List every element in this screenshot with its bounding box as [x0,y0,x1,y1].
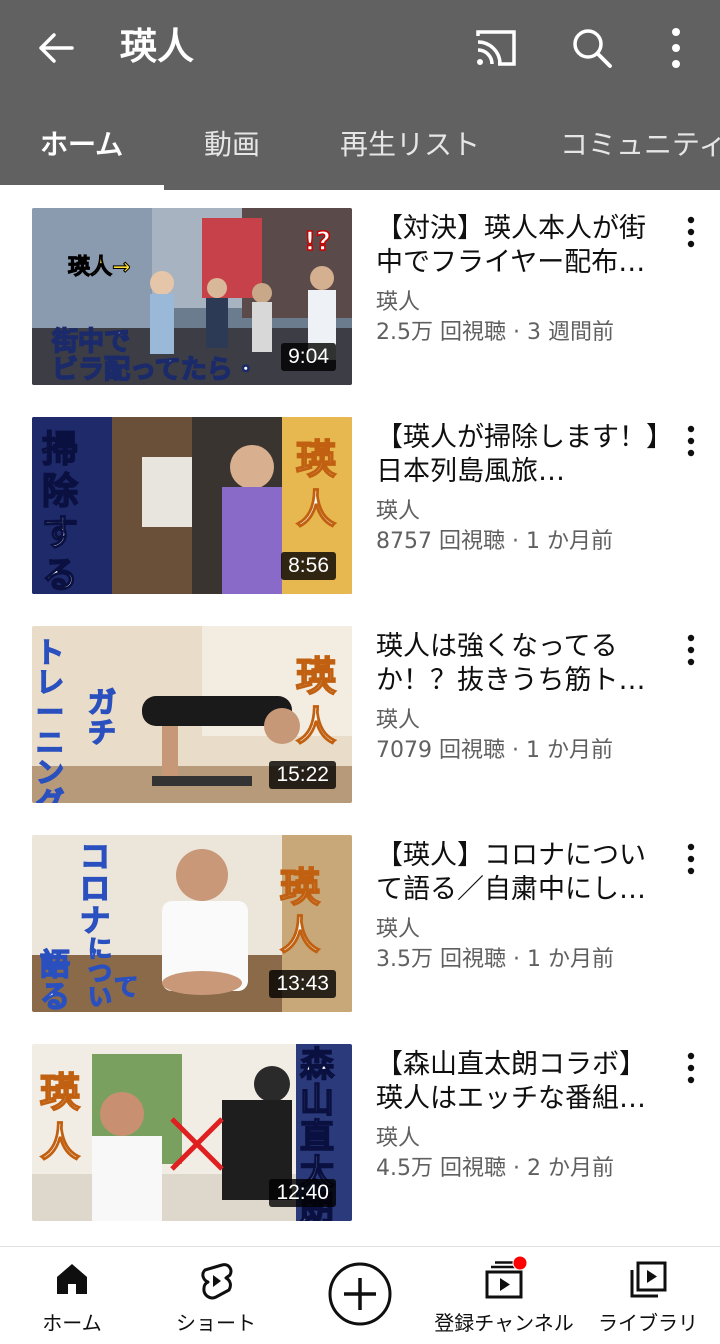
video-meta: 4.5万 回視聴 · 2 か月前 [376,1156,614,1181]
video-thumbnail[interactable]: 瑛人→ 街中で ビラ配ってたら・ !? 9:04 [32,208,352,385]
thumb-text: ト [36,636,64,669]
nav-home[interactable]: ホーム [0,1247,144,1344]
thumb-text: ロ [80,872,110,907]
thumb-text: る [40,980,70,1012]
nav-create[interactable] [288,1247,432,1344]
home-icon [57,1264,87,1294]
thumb-text: 瑛 [296,437,336,483]
channel-title: 瑛人 [120,25,194,68]
nav-library[interactable]: ライブラリ [576,1247,720,1344]
thumb-text: る [42,555,78,594]
more-vert-icon[interactable] [662,24,690,72]
tab-playlists[interactable]: 再生リスト [340,100,480,190]
nav-subscriptions-label: 登録チャンネル [434,1311,574,1335]
thumb-text: 瑛人→ [68,255,130,280]
top-bar: 瑛人 [0,0,720,100]
video-thumbnail[interactable]: 掃 除 す る 瑛 人 8:56 [32,417,352,594]
video-meta: 3.5万 回視聴 · 1 か月前 [376,947,614,972]
notification-badge [512,1255,528,1271]
video-more-icon[interactable] [680,214,702,250]
nav-home-label: ホーム [42,1311,102,1335]
shorts-icon [201,1263,233,1300]
thumb-text: て [114,973,138,1001]
video-channel: 瑛人 [376,917,421,942]
thumb-text: 瑛 [40,1070,80,1116]
active-tab-indicator [0,185,164,190]
tab-videos[interactable]: 動画 [204,100,260,190]
video-item[interactable]: ト レ ー ニ ン グ ガ チ 瑛 人 15:22 瑛人は強くなってるか！？抜き… [0,626,720,816]
video-channel: 瑛人 [376,1126,421,1151]
thumb-text: 人 [296,704,336,750]
video-thumbnail[interactable]: コ ロ ナ に つ い て 語 る 瑛 人 13:43 [32,835,352,1012]
thumb-text: ビラ配ってたら・ [52,355,259,385]
video-thumbnail[interactable]: 瑛 人 森 山 直 太 朗 12:40 [32,1044,352,1221]
back-arrow-icon[interactable] [34,26,78,70]
video-item[interactable]: 瑛人→ 街中で ビラ配ってたら・ !? 9:04 【対決】瑛人本人が街中でフライ… [0,208,720,398]
thumb-text: 山 [300,1081,334,1121]
cast-icon[interactable] [474,28,518,68]
video-title[interactable]: 瑛人は強くなってるか！？抜きうち筋ト… [376,630,666,698]
thumb-text: ー [36,696,64,729]
video-more-icon[interactable] [680,1050,702,1086]
thumb-text: 掃 [42,429,78,470]
thumb-text: 瑛 [296,654,336,700]
video-duration: 12:40 [269,1179,336,1207]
video-meta: 2.5万 回視聴 · 3 週間前 [376,320,614,345]
nav-library-label: ライブラリ [598,1311,698,1335]
thumb-text: コ [80,840,110,875]
thumb-text: す [42,513,78,554]
thumb-text: チ [88,716,116,749]
video-title[interactable]: 【瑛人】コロナについて語る／自粛中にし… [376,839,666,907]
video-title[interactable]: 【森山直太朗コラボ】瑛人はエッチな番組… [376,1048,666,1116]
thumb-badge-text: !? [304,227,331,257]
thumb-text: 人 [296,487,336,533]
search-icon[interactable] [570,26,614,70]
video-item[interactable]: 掃 除 す る 瑛 人 8:56 【瑛人が掃除します！】日本列島風旅… 瑛人 8… [0,417,720,607]
video-thumbnail[interactable]: ト レ ー ニ ン グ ガ チ 瑛 人 15:22 [32,626,352,803]
video-duration: 15:22 [269,761,336,789]
tab-community[interactable]: コミュニティ [560,100,720,190]
thumb-text: ン [36,756,64,789]
channel-tabs: ホーム 動画 再生リスト コミュニティ [0,100,720,190]
video-title[interactable]: 【瑛人が掃除します！】日本列島風旅… [376,421,666,489]
video-item[interactable]: コ ロ ナ に つ い て 語 る 瑛 人 13:43 【瑛人】コロナについて語… [0,835,720,1025]
tab-home[interactable]: ホーム [40,100,123,190]
video-channel: 瑛人 [376,708,421,733]
thumb-text: 森 [300,1045,335,1085]
video-meta: 8757 回視聴 · 1 か月前 [376,529,613,554]
bottom-navigation: ホーム ショート 登録チャンネル ライブラリ [0,1246,720,1344]
nav-subscriptions[interactable]: 登録チャンネル [432,1247,576,1344]
nav-shorts-label: ショート [176,1311,256,1335]
video-channel: 瑛人 [376,499,421,524]
video-more-icon[interactable] [680,841,702,877]
thumb-text: 除 [42,471,79,512]
video-title[interactable]: 【対決】瑛人本人が街中でフライヤー配布… [376,212,666,280]
video-more-icon[interactable] [680,632,702,668]
thumb-text: 街中で [51,327,130,357]
video-duration: 9:04 [281,343,336,371]
thumb-text: 人 [280,913,320,959]
thumb-text: ナ [80,904,110,939]
thumb-text: 人 [40,1120,80,1166]
thumb-text: 瑛 [280,865,320,911]
app-bar: 瑛人 ホーム 動画 再生リスト コミュニティ [0,0,720,190]
thumb-text: ガ [88,686,116,719]
video-meta: 7079 回視聴 · 1 か月前 [376,738,613,763]
video-more-icon[interactable] [680,423,702,459]
create-plus-icon [328,1262,392,1326]
nav-shorts[interactable]: ショート [144,1247,288,1344]
thumb-text: 直 [300,1117,334,1157]
thumb-text: レ [36,666,64,699]
video-item[interactable]: 瑛 人 森 山 直 太 朗 12:40 【森山直太朗コラボ】瑛人はエッチな番組…… [0,1044,720,1234]
thumb-text: い [88,983,112,1011]
video-duration: 8:56 [281,552,336,580]
library-icon [630,1261,667,1298]
video-duration: 13:43 [269,970,336,998]
thumb-text: 語 [40,948,70,983]
thumb-text: グ [36,786,64,803]
thumb-text: ニ [36,726,64,759]
video-channel: 瑛人 [376,290,421,315]
